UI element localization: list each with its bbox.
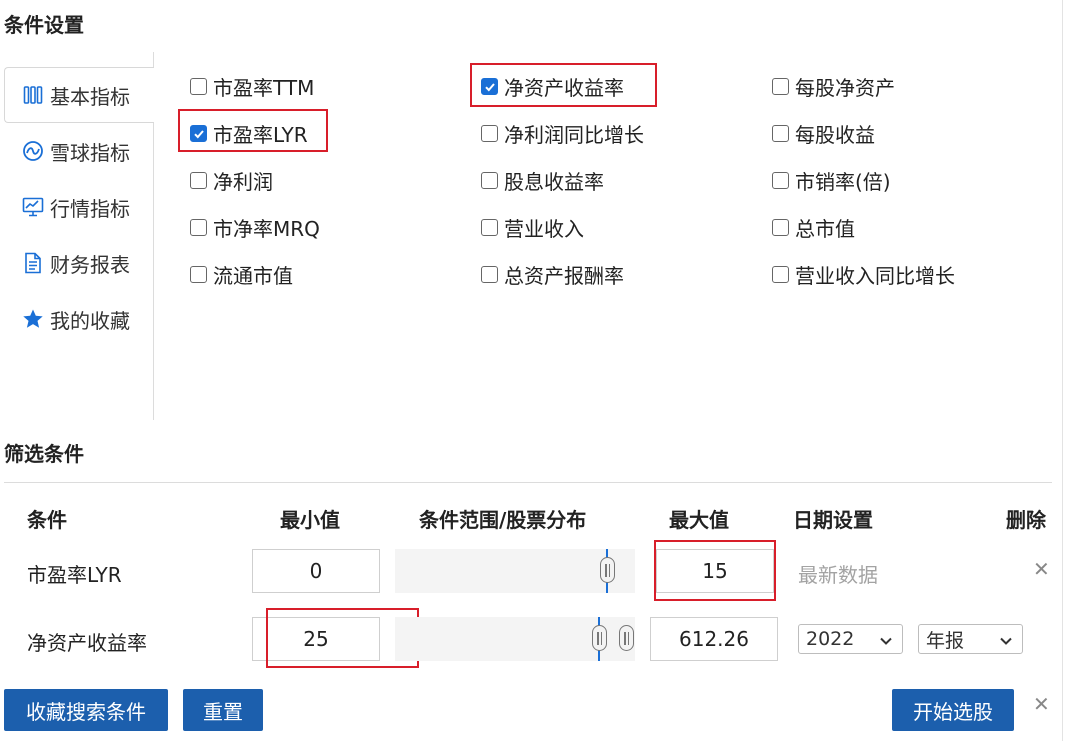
- indicator-checkbox[interactable]: 市净率MRQ: [190, 213, 320, 242]
- min-input-pe-lyr[interactable]: 0: [252, 549, 380, 593]
- checkbox-label: 净利润同比增长: [504, 123, 644, 147]
- checkbox-label: 流通市值: [213, 264, 293, 288]
- checkbox-label: 每股收益: [795, 123, 875, 147]
- indicator-checkbox[interactable]: 营业收入同比增长: [772, 260, 955, 289]
- tab-label: 财务报表: [50, 252, 130, 277]
- checkbox-empty-icon[interactable]: [481, 266, 498, 283]
- period-select[interactable]: 年报: [918, 624, 1023, 654]
- checkbox-empty-icon[interactable]: [772, 125, 789, 142]
- checkbox-empty-icon[interactable]: [190, 172, 207, 189]
- year-select-value: 2022: [806, 628, 855, 650]
- checkbox-label: 市净率MRQ: [213, 217, 320, 241]
- year-select[interactable]: 2022: [798, 624, 903, 654]
- checkbox-label: 总市值: [795, 217, 855, 241]
- bars-icon: [22, 84, 44, 106]
- checkbox-empty-icon[interactable]: [772, 78, 789, 95]
- tab-label: 行情指标: [50, 196, 130, 221]
- highlight-roe-checkbox: [470, 63, 657, 107]
- indicator-checkbox[interactable]: 营业收入: [481, 213, 584, 242]
- monitor-chart-icon: [22, 196, 44, 218]
- indicator-checkbox[interactable]: 市盈率TTM: [190, 72, 314, 101]
- chevron-down-icon: [999, 631, 1013, 653]
- slider-handle-max[interactable]: [619, 625, 634, 651]
- tab-snowball-indicators[interactable]: 雪球指标: [4, 123, 154, 179]
- tab-market-indicators[interactable]: 行情指标: [4, 179, 154, 235]
- close-icon[interactable]: ✕: [1033, 692, 1050, 716]
- checkbox-empty-icon[interactable]: [772, 172, 789, 189]
- checkbox-label: 营业收入: [504, 217, 584, 241]
- indicator-checkbox[interactable]: 净利润同比增长: [481, 119, 644, 148]
- checkbox-empty-icon[interactable]: [772, 266, 789, 283]
- tab-my-favorites[interactable]: 我的收藏: [4, 291, 154, 347]
- checkbox-label: 市盈率TTM: [213, 76, 315, 100]
- checkbox-label: 每股净资产: [795, 76, 895, 100]
- checkbox-empty-icon[interactable]: [190, 266, 207, 283]
- highlight-pe-lyr-checkbox: [178, 109, 328, 152]
- slider-handle-min[interactable]: [592, 625, 607, 651]
- indicator-checkbox[interactable]: 股息收益率: [481, 166, 604, 195]
- condition-settings-title: 条件设置: [4, 13, 84, 37]
- reset-button[interactable]: 重置: [183, 689, 263, 731]
- chevron-down-icon: [879, 631, 893, 653]
- checkbox-label: 市销率(倍): [795, 170, 891, 194]
- snowball-icon: [22, 140, 44, 162]
- checkbox-empty-icon[interactable]: [481, 219, 498, 236]
- indicator-checkbox[interactable]: 总资产报酬率: [481, 260, 624, 289]
- range-slider-pe-lyr[interactable]: [395, 549, 635, 593]
- document-icon: [22, 252, 44, 274]
- checkbox-empty-icon[interactable]: [190, 219, 207, 236]
- filter-divider: [4, 482, 1052, 483]
- indicator-checkbox[interactable]: 每股净资产: [772, 72, 895, 101]
- checkbox-label: 净利润: [213, 170, 273, 194]
- checkbox-empty-icon[interactable]: [772, 219, 789, 236]
- checkbox-label: 营业收入同比增长: [795, 264, 955, 288]
- save-search-button[interactable]: 收藏搜索条件: [4, 689, 168, 731]
- slider-handle[interactable]: [600, 557, 615, 583]
- tab-label: 雪球指标: [50, 140, 130, 165]
- tab-label: 我的收藏: [50, 308, 130, 333]
- checkbox-empty-icon[interactable]: [481, 172, 498, 189]
- indicator-checkbox[interactable]: 市销率(倍): [772, 166, 891, 195]
- indicator-checkbox[interactable]: 净利润: [190, 166, 273, 195]
- delete-row-icon[interactable]: ✕: [1033, 557, 1050, 581]
- tab-basic-indicators[interactable]: 基本指标: [4, 67, 154, 123]
- indicator-checkbox[interactable]: 每股收益: [772, 119, 875, 148]
- start-screening-button[interactable]: 开始选股: [892, 689, 1014, 731]
- header-max: 最大值: [669, 508, 729, 532]
- checkbox-empty-icon[interactable]: [481, 125, 498, 142]
- indicator-checkbox[interactable]: 总市值: [772, 213, 855, 242]
- header-range: 条件范围/股票分布: [419, 508, 587, 532]
- filter-conditions-title: 筛选条件: [4, 442, 84, 466]
- star-icon: [22, 308, 44, 330]
- header-min: 最小值: [280, 508, 340, 532]
- checkbox-empty-icon[interactable]: [190, 78, 207, 95]
- header-delete: 删除: [1006, 508, 1046, 532]
- row-label-roe: 净资产收益率: [27, 631, 147, 655]
- indicator-checkbox[interactable]: 流通市值: [190, 260, 293, 289]
- period-select-value: 年报: [926, 629, 965, 652]
- tab-label: 基本指标: [50, 84, 130, 109]
- header-condition: 条件: [27, 508, 67, 532]
- tab-financial-statements[interactable]: 财务报表: [4, 235, 154, 291]
- max-input-roe[interactable]: 612.26: [650, 617, 778, 661]
- highlight-max-pe-lyr: [654, 540, 776, 601]
- header-date: 日期设置: [793, 508, 873, 532]
- date-setting-latest: 最新数据: [798, 563, 878, 587]
- checkbox-label: 总资产报酬率: [504, 264, 624, 288]
- row-label-pe-lyr: 市盈率LYR: [27, 563, 122, 587]
- checkbox-label: 股息收益率: [504, 170, 604, 194]
- panel-right-border: [1062, 0, 1063, 741]
